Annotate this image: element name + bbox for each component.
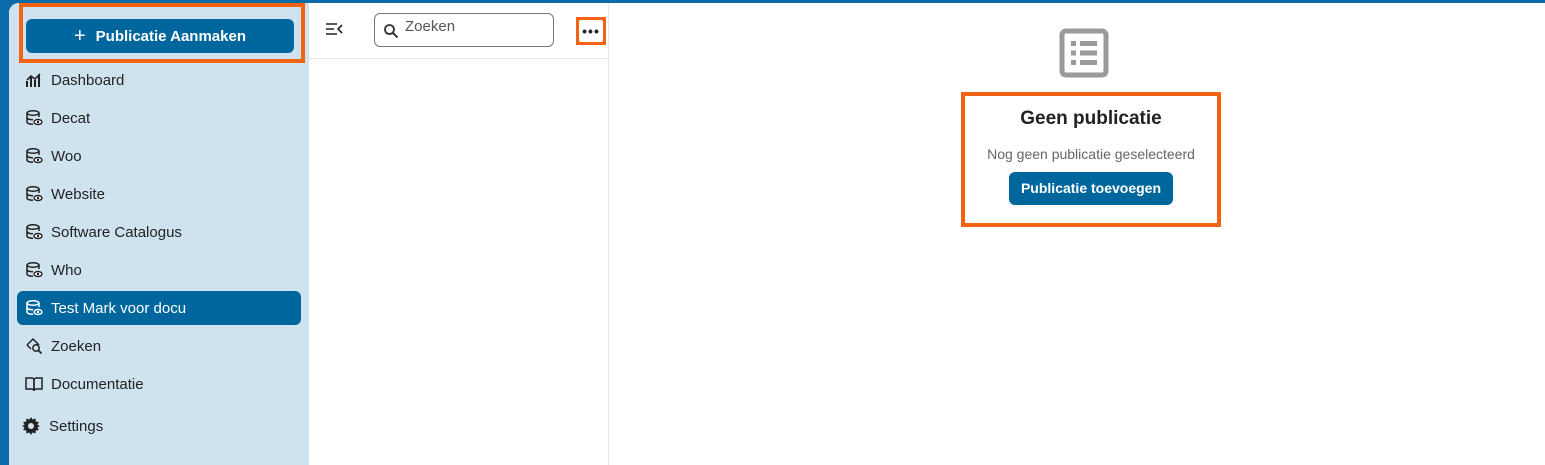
- sidebar-item-label: Woo: [51, 147, 82, 165]
- search-icon: [383, 23, 399, 39]
- create-publication-button[interactable]: + Publicatie Aanmaken: [26, 19, 294, 53]
- more-actions-button[interactable]: •••: [579, 20, 603, 42]
- sidebar-item-label: Decat: [51, 109, 91, 127]
- sidebar-item-label: Test Mark voor docu: [51, 299, 187, 317]
- database-eye-icon: [25, 223, 43, 241]
- database-eye-icon: [25, 299, 43, 317]
- empty-state: Geen publicatie Nog geen publicatie gese…: [961, 92, 1221, 227]
- plus-icon: +: [73, 25, 86, 47]
- empty-state-title: Geen publicatie: [1020, 108, 1162, 129]
- search-field[interactable]: [374, 13, 554, 47]
- settings-button[interactable]: Settings: [21, 416, 103, 436]
- database-eye-icon: [25, 261, 43, 279]
- sidebar-item-documentatie[interactable]: Documentatie: [17, 367, 301, 401]
- empty-state-subtitle: Nog geen publicatie geselecteerd: [987, 146, 1195, 162]
- sidebar-item-woo[interactable]: Woo: [17, 139, 301, 173]
- database-eye-icon: [25, 185, 43, 203]
- sidebar-item-label: Documentatie: [51, 375, 144, 393]
- settings-label: Settings: [49, 417, 104, 435]
- create-publication-label: Publicatie Aanmaken: [95, 27, 247, 45]
- create-highlight: + Publicatie Aanmaken: [19, 3, 305, 63]
- sidebar-item-who[interactable]: Who: [17, 253, 301, 287]
- publication-list-column: •••: [309, 3, 609, 465]
- sidebar-item-software-catalogus[interactable]: Software Catalogus: [17, 215, 301, 249]
- sidebar-item-label: Zoeken: [51, 337, 102, 355]
- app-window: + Publicatie Aanmaken Dashboard Decat Wo…: [9, 3, 1545, 465]
- sidebar-item-label: Software Catalogus: [51, 223, 182, 241]
- sidebar: + Publicatie Aanmaken Dashboard Decat Wo…: [9, 3, 309, 465]
- sidebar-item-website[interactable]: Website: [17, 177, 301, 211]
- sidebar-item-test-mark-voor-docu[interactable]: Test Mark voor docu: [17, 291, 301, 325]
- gear-icon: [21, 416, 41, 436]
- sidebar-item-label: Who: [51, 261, 82, 279]
- sidebar-nav: Dashboard Decat Woo Website Software Cat…: [17, 63, 301, 405]
- sidebar-item-zoeken[interactable]: Zoeken: [17, 329, 301, 363]
- sidebar-item-label: Dashboard: [51, 71, 125, 89]
- search-input[interactable]: [405, 16, 545, 36]
- more-actions-highlight: •••: [576, 17, 606, 45]
- list-document-icon: [1059, 28, 1109, 78]
- database-eye-icon: [25, 147, 43, 165]
- database-eye-icon: [25, 109, 43, 127]
- book-icon: [25, 375, 43, 393]
- search-zoom-icon: [25, 337, 43, 355]
- main-content: Geen publicatie Nog geen publicatie gese…: [609, 3, 1545, 465]
- sidebar-item-label: Website: [51, 185, 105, 203]
- sidebar-item-decat[interactable]: Decat: [17, 101, 301, 135]
- list-header: •••: [309, 3, 609, 59]
- collapse-menu-icon[interactable]: [323, 18, 345, 40]
- sidebar-item-dashboard[interactable]: Dashboard: [17, 63, 301, 97]
- add-publication-button[interactable]: Publicatie toevoegen: [1008, 172, 1174, 205]
- chart-icon: [25, 71, 43, 89]
